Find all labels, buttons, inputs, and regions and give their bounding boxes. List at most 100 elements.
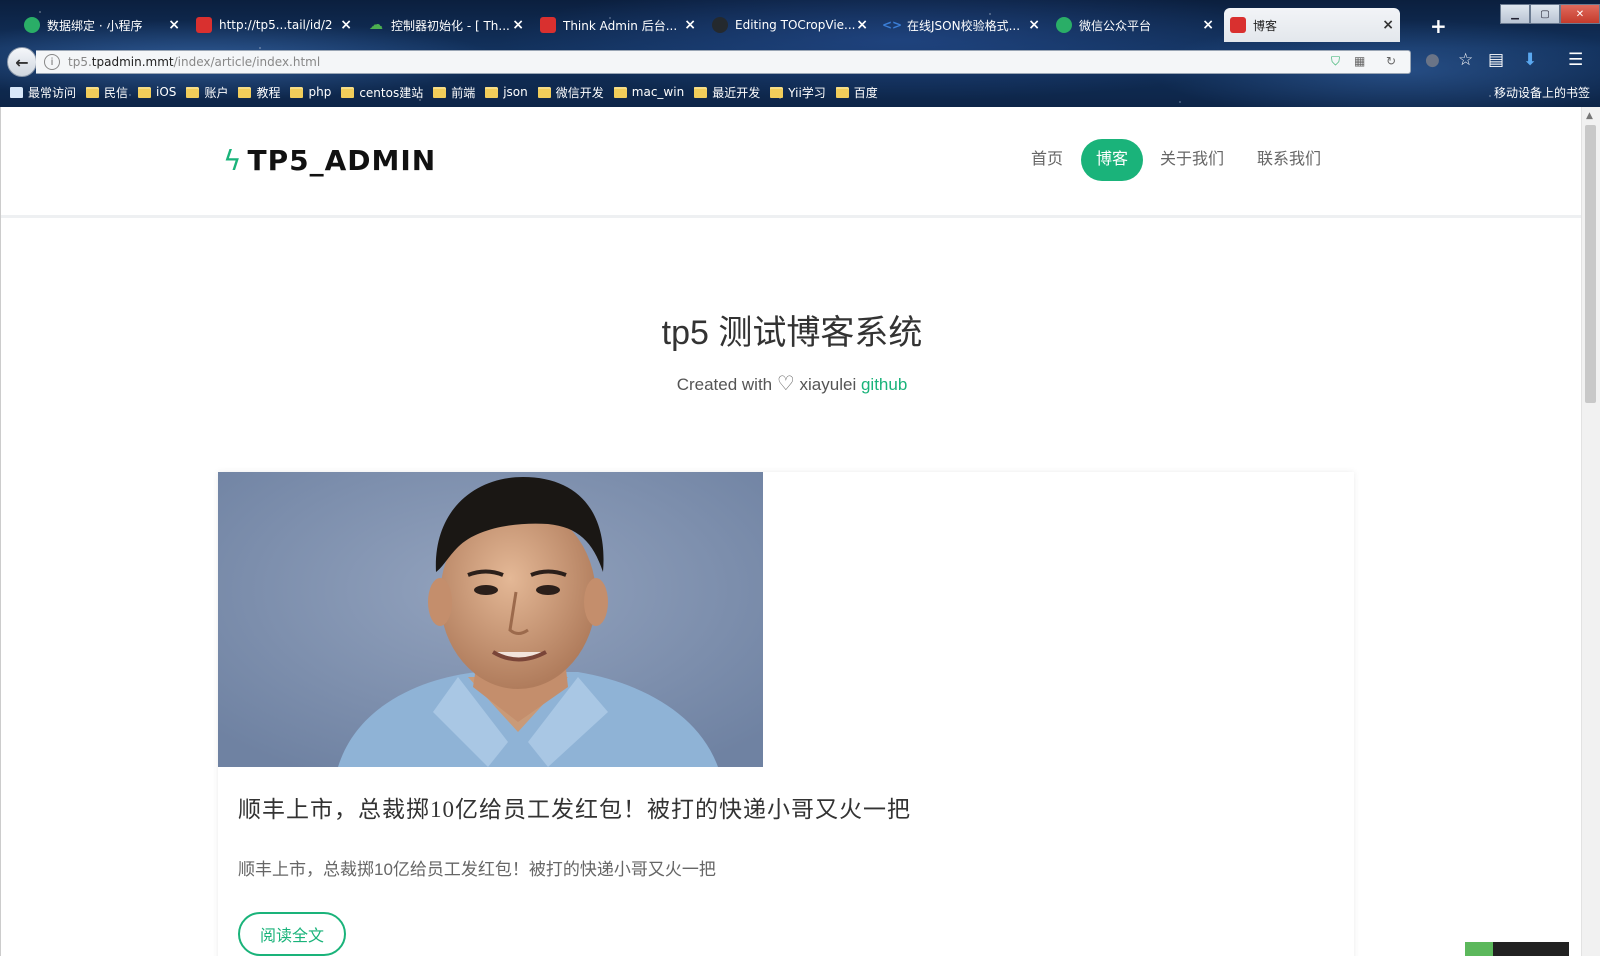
tab-title: Editing TOCropVie... <box>735 18 856 32</box>
maximize-button[interactable]: ▢ <box>1530 4 1560 24</box>
web-page: ϟ TP5_ADMIN 首页 博客 关于我们 联系我们 tp5 测试博客系统 C… <box>0 107 1583 956</box>
close-icon[interactable]: × <box>1202 17 1214 33</box>
bookmark-label: 前端 <box>451 85 476 100</box>
corner-widget <box>1465 942 1569 956</box>
tp-icon <box>196 17 212 33</box>
tab-3[interactable]: Think Admin 后台... × <box>534 8 702 42</box>
nav-home[interactable]: 首页 <box>1031 139 1063 181</box>
folder-icon <box>86 86 100 98</box>
url-path: /index/article/index.html <box>173 55 321 69</box>
bookmark-folder[interactable]: 微信开发 <box>537 84 604 101</box>
created-with-text: Created with <box>676 375 773 394</box>
article-summary: 顺丰上市，总裁掷10亿给员工发红包！被打的快递小哥又火一把 <box>238 860 716 879</box>
folder-icon <box>485 86 499 98</box>
close-icon[interactable]: × <box>856 17 868 33</box>
bookmarks-bar: 最常访问 民信 iOS 账户 教程 php centos建站 前端 json 微… <box>0 80 1600 104</box>
address-bar[interactable]: i tp5. tpadmin.mmt/index/article/index.ht… <box>36 50 1411 74</box>
bookmark-folder[interactable]: 教程 <box>238 84 280 101</box>
code-icon: <> <box>881 18 903 32</box>
bookmark-folder[interactable]: php <box>290 85 331 99</box>
bookmark-folder[interactable]: 前端 <box>433 84 475 101</box>
bookmark-folder[interactable]: json <box>485 85 528 99</box>
nav-contact[interactable]: 联系我们 <box>1257 139 1321 181</box>
bookmark-label: php <box>308 85 332 99</box>
folder-icon <box>770 86 784 98</box>
page-scrollbar[interactable]: ▲ <box>1581 107 1600 956</box>
scrollbar-thumb[interactable] <box>1585 125 1596 403</box>
hero-title: tp5 测试博客系统 <box>661 314 923 352</box>
bookmark-folder[interactable]: centos建站 <box>341 84 423 101</box>
tab-title: 数据绑定 · 小程序 <box>47 18 143 33</box>
tab-title: 在线JSON校验格式... <box>907 18 1021 33</box>
navigation-toolbar: ← i tp5. tpadmin.mmt/index/article/index.… <box>0 44 1600 77</box>
github-icon <box>712 17 728 33</box>
avatar-icon[interactable]: ● <box>1425 50 1440 70</box>
nav-blog[interactable]: 博客 <box>1081 139 1144 181</box>
bookmark-label: Yii学习 <box>788 85 826 100</box>
star-icon[interactable]: ☆ <box>1458 50 1473 70</box>
menu-icon[interactable]: ☰ <box>1568 50 1583 70</box>
close-icon[interactable]: × <box>168 17 180 33</box>
article-photo[interactable] <box>218 472 763 767</box>
close-icon[interactable]: × <box>340 17 352 33</box>
tab-title: 博客 <box>1253 18 1278 33</box>
bookmark-folder[interactable]: 最近开发 <box>694 84 760 101</box>
scroll-up-icon[interactable]: ▲ <box>1586 111 1593 121</box>
reading-list-icon[interactable]: ▤ <box>1488 50 1504 70</box>
close-icon[interactable]: × <box>1382 17 1394 33</box>
bookmark-folder[interactable]: Yii学习 <box>770 84 826 101</box>
new-tab-button[interactable]: + <box>1430 14 1447 38</box>
tab-5[interactable]: <> 在线JSON校验格式... × <box>878 8 1046 42</box>
url-prefix: tp5. <box>68 55 92 69</box>
corner-widget-indicator <box>1465 942 1493 956</box>
heart-icon: ♡ <box>776 373 795 395</box>
browser-chrome: 数据绑定 · 小程序 × http://tp5...tail/id/2 × ☁ … <box>0 0 1600 107</box>
article-title[interactable]: 顺丰上市，总裁掷10亿给员工发红包！被打的快递小哥又火一把 <box>238 790 911 824</box>
portrait-image <box>218 472 763 767</box>
close-icon[interactable]: × <box>512 17 524 33</box>
bookmark-most-visited[interactable]: 最常访问 <box>10 84 76 101</box>
url-host: tpadmin.mmt <box>91 55 174 69</box>
tab-1[interactable]: http://tp5...tail/id/2 × <box>190 8 358 42</box>
mobile-bookmarks[interactable]: 移动设备上的书签 <box>1494 84 1590 101</box>
tp-icon <box>540 17 556 33</box>
read-more-button[interactable]: 阅读全文 <box>238 912 346 956</box>
bookmark-folder[interactable]: iOS <box>138 85 176 99</box>
bookmark-label: 账户 <box>204 85 229 100</box>
bookmark-folder[interactable]: 民信 <box>86 84 128 101</box>
bookmark-label: 教程 <box>256 85 281 100</box>
tab-4[interactable]: Editing TOCropVie... × <box>706 8 874 42</box>
reload-icon[interactable]: ↻ <box>1386 54 1396 68</box>
folder-icon <box>835 86 849 98</box>
tab-6[interactable]: 微信公众平台 × <box>1050 8 1220 42</box>
folder-icon <box>341 86 355 98</box>
folder-icon <box>186 86 200 98</box>
bookmark-label: centos建站 <box>359 85 424 100</box>
bookmark-label: 最常访问 <box>28 85 77 100</box>
download-icon[interactable]: ⬇ <box>1523 50 1537 70</box>
bookmark-label: json <box>503 85 528 99</box>
shield-icon[interactable]: ⛉ <box>1331 54 1340 69</box>
bookmark-page-icon <box>10 86 23 98</box>
bookmark-label: 微信开发 <box>555 85 604 100</box>
tab-2[interactable]: ☁ 控制器初始化 - [ Th... × <box>362 8 530 42</box>
qr-code-icon[interactable]: ▦ <box>1354 54 1365 68</box>
bookmark-label: 百度 <box>853 85 878 100</box>
tp-icon <box>1230 17 1246 33</box>
bookmark-folder[interactable]: mac_win <box>613 85 684 99</box>
site-info-icon[interactable]: i <box>44 54 60 70</box>
bookmark-folder[interactable]: 账户 <box>186 84 228 101</box>
minimize-button[interactable]: ▁ <box>1500 4 1530 24</box>
close-icon[interactable]: × <box>1028 17 1040 33</box>
tab-title: 控制器初始化 - [ Th... <box>391 18 510 33</box>
bookmark-folder[interactable]: 百度 <box>835 84 878 101</box>
github-link[interactable]: github <box>861 375 907 394</box>
nav-about[interactable]: 关于我们 <box>1160 139 1224 181</box>
article-card: 顺丰上市，总裁掷10亿给员工发红包！被打的快递小哥又火一把 顺丰上市，总裁掷10… <box>218 472 1354 956</box>
tab-0[interactable]: 数据绑定 · 小程序 × <box>18 8 186 42</box>
folder-icon <box>238 86 252 98</box>
window-close-button[interactable]: ✕ <box>1560 4 1600 24</box>
tab-7-active[interactable]: 博客 × <box>1224 8 1400 42</box>
back-button[interactable]: ← <box>7 47 37 77</box>
close-icon[interactable]: × <box>684 17 696 33</box>
